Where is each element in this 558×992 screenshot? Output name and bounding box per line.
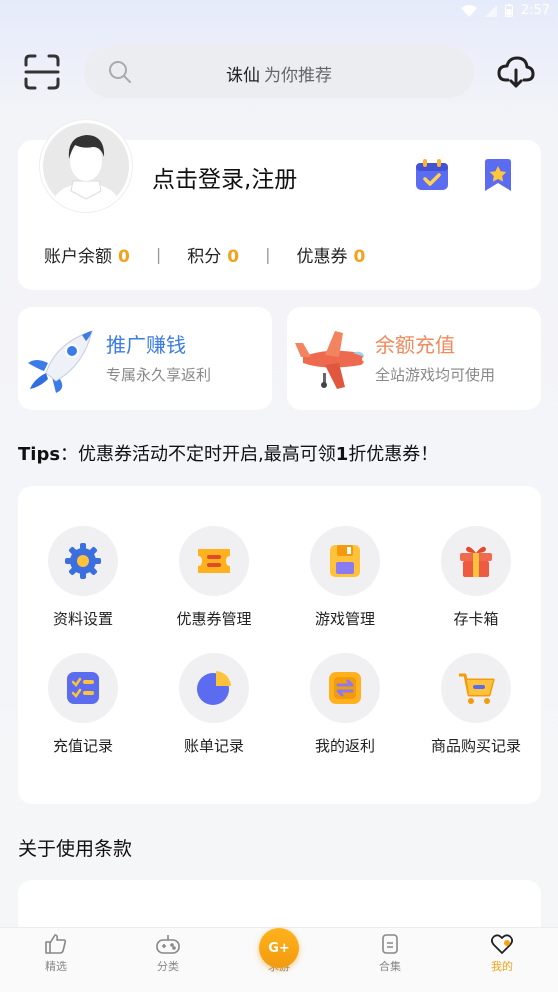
grid-label: 游戏管理 [314, 610, 375, 628]
checklist-icon [67, 672, 99, 704]
grid-label: 我的返利 [314, 737, 375, 755]
coupon-value: 0 [353, 247, 366, 267]
balance-stat[interactable]: 账户余额 0 [44, 242, 130, 267]
balance-value: 0 [118, 247, 130, 267]
balance-recharge-card[interactable]: 余额充值 全站游戏均可使用 [287, 307, 541, 410]
points-value: 0 [227, 247, 240, 267]
tab-label: 分类 [157, 960, 179, 973]
coupon-label: 优惠券 [296, 247, 348, 267]
tab-collections[interactable]: 合集 [350, 934, 430, 974]
divider: | [265, 245, 271, 264]
exchange-icon [329, 672, 361, 704]
bottom-tab-bar: 精选 分类 G+ 求游 合集 我的 [0, 927, 558, 992]
pie-icon [197, 671, 231, 705]
grid-item-game-management[interactable]: 游戏管理 [285, 526, 405, 629]
collection-icon [382, 934, 398, 954]
promo-subtitle: 专属永久享返利 [106, 366, 212, 384]
tab-mine[interactable]: 我的 [462, 934, 542, 974]
tab-label: 我的 [491, 960, 513, 973]
gear-icon [65, 543, 101, 579]
vip-badge-button[interactable] [482, 158, 514, 196]
search-keyword: 诛仙 [226, 66, 260, 86]
search-input[interactable]: 诛仙 为你推荐 [84, 46, 474, 98]
status-bar: 2:57 [0, 0, 558, 24]
calendar-check-icon [416, 159, 448, 190]
section-title[interactable]: 关于使用条款 [18, 834, 132, 861]
tips-text-end: 折优惠券！ [348, 444, 439, 465]
tab-categories[interactable]: 分类 [128, 934, 208, 974]
promo-title: 余额充值 [375, 333, 455, 357]
cloud-download-icon [497, 56, 535, 88]
wifi-icon [460, 4, 477, 17]
battery-icon [504, 4, 513, 17]
tips-text: ：优惠券活动不定时开启,最高可领 [60, 444, 336, 465]
grid-item-profile-settings[interactable]: 资料设置 [23, 526, 143, 629]
airplane-icon [295, 331, 368, 389]
bookmark-star-icon [485, 159, 511, 191]
grid-item-purchase-records[interactable]: 商品购买记录 [416, 653, 536, 756]
coupon-stat[interactable]: 优惠券 0 [296, 242, 365, 267]
points-stat[interactable]: 积分 0 [187, 242, 239, 267]
rocket-icon [28, 330, 93, 393]
grid-label: 资料设置 [52, 610, 113, 628]
grid-label: 商品购买记录 [430, 737, 521, 755]
tab-label: 合集 [379, 960, 401, 973]
account-stats: 账户余额 0 | 积分 0 | 优惠券 0 [44, 242, 365, 267]
tips-prefix: Tips [18, 444, 61, 465]
divider: | [155, 245, 162, 264]
tips-banner: Tips：优惠券活动不定时开启,最高可领1折优惠券！ [18, 440, 438, 466]
points-label: 积分 [187, 247, 222, 267]
tab-featured[interactable]: 精选 [16, 934, 96, 974]
promo-title: 推广赚钱 [106, 333, 186, 357]
checkin-button[interactable] [414, 158, 450, 196]
grid-item-card-box[interactable]: 存卡箱 [416, 526, 536, 629]
grid-label: 存卡箱 [453, 610, 499, 628]
thumbs-up-icon [45, 934, 67, 954]
tab-request-game[interactable]: G+ 求游 [239, 928, 319, 974]
search-hint: 为你推荐 [264, 66, 332, 86]
promote-earn-card[interactable]: 推广赚钱 专属永久享返利 [18, 307, 272, 410]
request-icon: G+ [259, 928, 299, 968]
clock: 2:57 [520, 3, 550, 18]
avatar[interactable] [40, 120, 132, 212]
grid-item-my-rebates[interactable]: 我的返利 [285, 653, 405, 756]
balance-label: 账户余额 [44, 247, 112, 267]
tips-discount: 1 [335, 444, 349, 465]
user-silhouette-icon [51, 135, 121, 209]
grid-item-coupon-management[interactable]: 优惠券管理 [154, 526, 274, 629]
grid-label: 充值记录 [52, 737, 113, 755]
tab-label: 精选 [45, 960, 67, 973]
function-grid: 资料设置 优惠券管理 游戏管理 存卡箱 充值记录 账单记录 我的返利 商品购买记… [18, 486, 541, 804]
cart-icon [459, 673, 495, 704]
grid-label: 账单记录 [183, 737, 244, 755]
gift-icon [460, 546, 492, 577]
signal-icon [484, 4, 497, 17]
scan-icon [24, 54, 60, 90]
promo-subtitle: 全站游戏均可使用 [375, 366, 496, 384]
grid-item-recharge-records[interactable]: 充值记录 [23, 653, 143, 756]
gamepad-icon [156, 935, 180, 954]
grid-label: 优惠券管理 [176, 610, 252, 628]
ticket-icon [198, 549, 230, 573]
download-button[interactable] [496, 54, 536, 90]
heart-icon [491, 934, 513, 954]
search-placeholder: 诛仙 为你推荐 [84, 61, 474, 86]
grid-item-bill-records[interactable]: 账单记录 [154, 653, 274, 756]
top-bar: 诛仙 为你推荐 [0, 44, 558, 100]
save-icon [330, 545, 360, 577]
scan-button[interactable] [22, 52, 62, 92]
login-register-link[interactable]: 点击登录,注册 [152, 160, 297, 194]
